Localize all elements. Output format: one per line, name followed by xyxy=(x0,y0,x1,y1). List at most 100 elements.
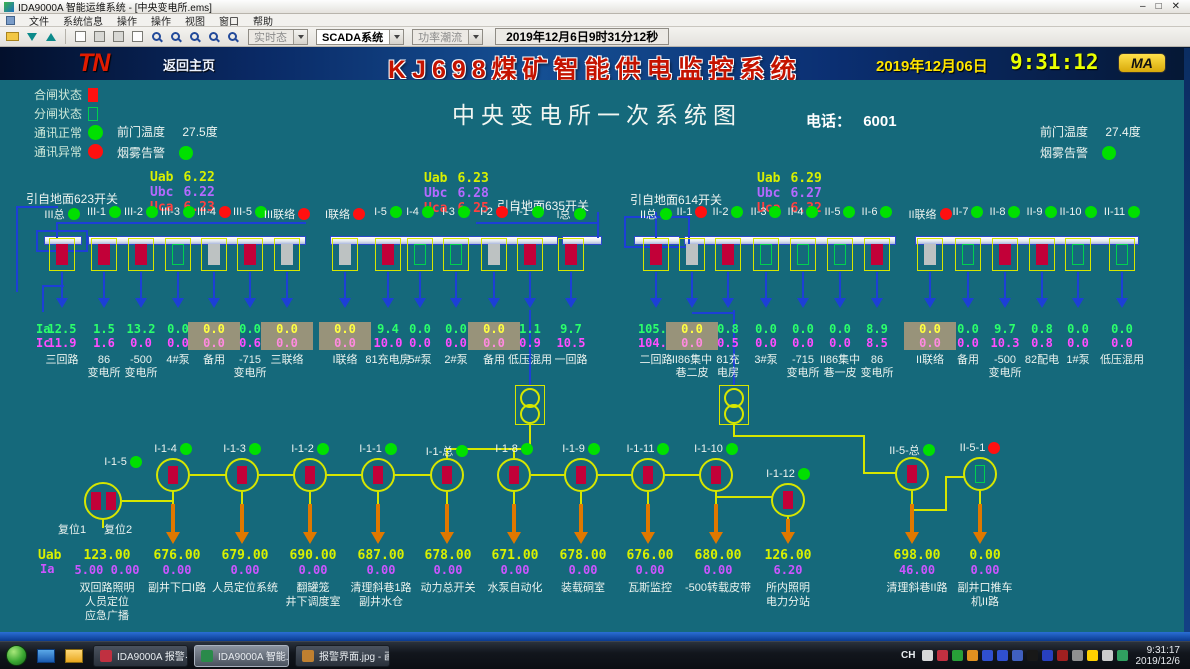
minimize-button[interactable]: – xyxy=(1140,1,1146,12)
breaker-symbol-II-11[interactable] xyxy=(1109,238,1135,271)
zoom-out-icon[interactable] xyxy=(187,30,202,44)
breaker-symbol-II-9[interactable] xyxy=(1029,238,1055,271)
breaker-symbol-I-1-8[interactable] xyxy=(497,458,531,492)
net-icon-2[interactable] xyxy=(997,650,1008,661)
start-button[interactable] xyxy=(6,645,27,666)
show-desktop-icon[interactable] xyxy=(37,649,55,663)
breaker-symbol-I-1-2[interactable] xyxy=(293,458,327,492)
breaker-symbol-II总[interactable] xyxy=(643,238,669,271)
flash-icon[interactable] xyxy=(1087,650,1098,661)
breaker-symbol-I-1-5[interactable] xyxy=(84,482,122,520)
breaker-symbol-I-1-10[interactable] xyxy=(699,458,733,492)
open-icon[interactable] xyxy=(5,30,20,44)
breaker-symbol-I-1-12[interactable] xyxy=(771,483,805,517)
app-icon-3[interactable] xyxy=(1042,650,1053,661)
tag-icon[interactable] xyxy=(130,30,145,44)
print-icon[interactable] xyxy=(111,30,126,44)
breaker-state-unknown xyxy=(281,244,293,265)
breaker-symbol-II-10[interactable] xyxy=(1065,238,1091,271)
breaker-symbol-I-1[interactable] xyxy=(517,238,543,271)
mode-select[interactable]: 实时态 xyxy=(248,29,308,45)
taskbar-task-0[interactable]: IDA9000A 报警· xyxy=(93,645,188,667)
bottom-scroll-strip[interactable] xyxy=(0,632,1190,641)
breaker-symbol-I-1-4[interactable] xyxy=(156,458,190,492)
breaker-symbol-III-4[interactable] xyxy=(201,238,227,271)
tool-icon[interactable] xyxy=(967,650,978,661)
window-icon[interactable] xyxy=(92,30,107,44)
menu-item-1[interactable]: 系统信息 xyxy=(63,13,103,28)
network-globe-icon[interactable] xyxy=(1117,650,1128,661)
banner: TN 返回主页 KJ698煤矿智能供电监控系统 2019年12月06日 9:31… xyxy=(0,47,1190,80)
breaker-symbol-III联络[interactable] xyxy=(274,238,300,271)
vertical-scrollbar[interactable] xyxy=(1184,48,1190,632)
close-button[interactable]: ✕ xyxy=(1172,1,1180,12)
breaker-symbol-II-6[interactable] xyxy=(864,238,890,271)
usb-icon[interactable] xyxy=(1072,650,1083,661)
system-select[interactable]: SCADA系统 xyxy=(316,29,404,45)
breaker-symbol-III-2[interactable] xyxy=(128,238,154,271)
input-language-indicator[interactable]: CH xyxy=(901,650,915,661)
screen-icon[interactable] xyxy=(1057,650,1068,661)
breaker-symbol-I-3[interactable] xyxy=(443,238,469,271)
upload-icon[interactable] xyxy=(43,30,58,44)
taskbar-task-1[interactable]: IDA9000A 智能... xyxy=(194,645,289,667)
breaker-symbol-II联络[interactable] xyxy=(917,238,943,271)
home-button[interactable]: 返回主页 xyxy=(163,55,215,74)
menu-item-3[interactable]: 操作 xyxy=(151,13,171,28)
zoom-full-icon[interactable] xyxy=(225,30,240,44)
menu-item-0[interactable]: 文件 xyxy=(29,13,49,28)
menu-item-5[interactable]: 窗口 xyxy=(219,13,239,28)
breaker-symbol-I-1-1[interactable] xyxy=(361,458,395,492)
taskbar-task-2[interactable]: 报警界面.jpg - 画... xyxy=(295,645,390,667)
breaker-symbol-I联络[interactable] xyxy=(332,238,358,271)
breaker-symbol-II-3[interactable] xyxy=(753,238,779,271)
breaker-symbol-II-7[interactable] xyxy=(955,238,981,271)
menu-item-4[interactable]: 视图 xyxy=(185,13,205,28)
breaker-symbol-I-1-9[interactable] xyxy=(564,458,598,492)
document-icon xyxy=(6,16,15,25)
breaker-symbol-III-1[interactable] xyxy=(91,238,117,271)
keyboard-icon[interactable] xyxy=(922,650,933,661)
breaker-symbol-I-1-11[interactable] xyxy=(631,458,665,492)
breaker-symbol-II-5[interactable] xyxy=(827,238,853,271)
breaker-symbol-II-5-1[interactable] xyxy=(963,457,997,491)
breaker-symbol-II-8[interactable] xyxy=(992,238,1018,271)
menu-item-6[interactable]: 帮助 xyxy=(253,13,273,28)
device-label-line: 所内照明 xyxy=(744,581,832,595)
breaker-symbol-III总[interactable] xyxy=(49,238,75,271)
breaker-symbol-II-4[interactable] xyxy=(790,238,816,271)
breaker-symbol-I-2[interactable] xyxy=(481,238,507,271)
rotate-icon[interactable] xyxy=(149,30,164,44)
video-icon[interactable] xyxy=(952,650,963,661)
feed-arrow-shaft xyxy=(714,504,718,532)
breaker-symbol-II-2[interactable] xyxy=(715,238,741,271)
breaker-symbol-I总[interactable] xyxy=(558,238,584,271)
volume-icon[interactable] xyxy=(1102,650,1113,661)
menu-item-2[interactable]: 操作 xyxy=(117,13,137,28)
breaker-symbol-I-1-总[interactable] xyxy=(430,458,464,492)
maximize-button[interactable]: □ xyxy=(1156,1,1162,12)
app-icon-2[interactable] xyxy=(1027,650,1038,661)
breaker-symbol-III-3[interactable] xyxy=(165,238,191,271)
breaker-symbol-II-1[interactable] xyxy=(679,238,705,271)
feed-arrow-shaft xyxy=(802,272,804,298)
feed-arrow-head xyxy=(574,532,588,544)
breaker-symbol-I-1-3[interactable] xyxy=(225,458,259,492)
taskbar-clock[interactable]: 9:31:17 2019/12/6 xyxy=(1136,645,1181,667)
feed-arrow-shaft xyxy=(455,272,457,298)
device-label-II-11: 低压混用 xyxy=(1086,354,1158,367)
explorer-icon[interactable] xyxy=(65,649,83,663)
breaker-symbol-I-5[interactable] xyxy=(375,238,401,271)
download-icon[interactable] xyxy=(24,30,39,44)
toolbar-datetime: 2019年12月6日9时31分12秒 xyxy=(495,28,669,45)
breaker-symbol-II-5-总[interactable] xyxy=(895,457,929,491)
app-icon-1[interactable] xyxy=(1012,650,1023,661)
breaker-symbol-I-4[interactable] xyxy=(407,238,433,271)
copy-icon[interactable] xyxy=(73,30,88,44)
alarm-tray-icon[interactable] xyxy=(937,650,948,661)
zoom-in-icon[interactable] xyxy=(168,30,183,44)
zoom-window-icon[interactable] xyxy=(206,30,221,44)
breaker-symbol-III-5[interactable] xyxy=(237,238,263,271)
net-icon-1[interactable] xyxy=(982,650,993,661)
flow-select[interactable]: 功率潮流 xyxy=(412,29,483,45)
